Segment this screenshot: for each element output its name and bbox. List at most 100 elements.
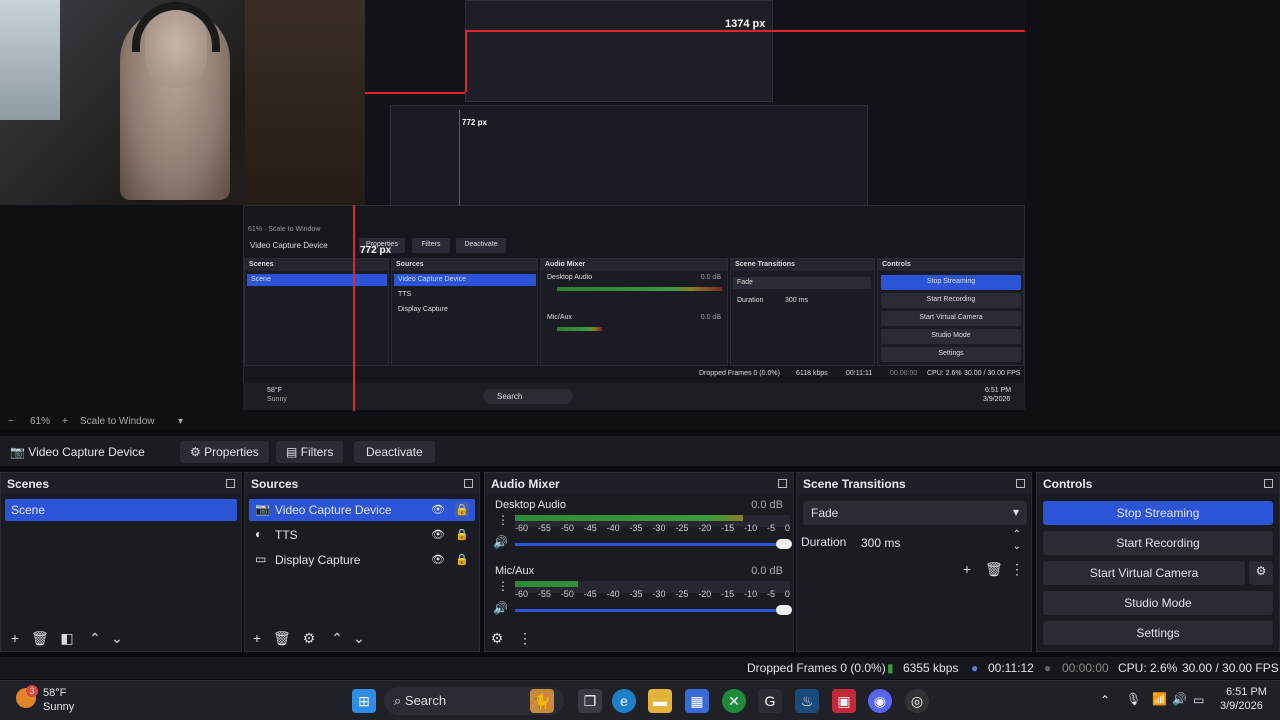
nested-scale: Scale to Window (268, 226, 321, 233)
source-label: TTS (275, 528, 298, 542)
clock-date[interactable]: 3/9/2026 (1220, 700, 1263, 712)
nested-taskbar: 58°F Sunny Search 6:51 PM 3/9/2026 (243, 383, 1025, 410)
trash-icon[interactable]: 🗑 (985, 561, 1003, 577)
chevron-down-icon[interactable]: ⌄ (351, 630, 367, 646)
nested-filters: Filters (412, 238, 450, 253)
volume-slider-handle[interactable] (776, 539, 792, 549)
spin-down-icon[interactable]: ⌄ (1013, 541, 1021, 552)
source-item-tts[interactable]: ◐ TTS 👁 🔒 (249, 524, 475, 546)
scale-mode[interactable]: Scale to Window (80, 416, 154, 427)
filter-icon[interactable]: ◧ (59, 630, 75, 646)
zoom-level[interactable]: 61% (30, 416, 50, 427)
nested-status-bar: Dropped Frames 0 (0.0%) 6118 kbps 00:11:… (244, 370, 1024, 382)
chevron-up-icon[interactable]: ⌃ (329, 630, 345, 646)
mixer-channel-db: 0.0 dB (751, 499, 783, 511)
eye-icon[interactable]: 👁 (431, 553, 445, 567)
nested-transitions-title: Scene Transitions (731, 259, 874, 271)
stop-streaming-button[interactable]: Stop Streaming (1043, 501, 1273, 525)
wifi-icon[interactable]: 📶 (1152, 692, 1167, 706)
weather-desc[interactable]: Sunny (43, 701, 74, 713)
nested-source-2: Display Capture (398, 306, 448, 313)
speaker-icon[interactable]: 🔊 (1172, 692, 1187, 706)
lock-icon[interactable]: 🔒 (455, 553, 469, 567)
virtual-camera-settings-button[interactable]: ⚙ (1249, 561, 1273, 585)
preview-canvas[interactable]: 1374 px 772 px 61% · Scale to Window Vid… (0, 0, 1280, 414)
source-item-video-capture[interactable]: 📷 Video Capture Device 👁 🔒 (249, 499, 475, 521)
nested-mixer-dock: Audio Mixer Desktop Audio 0.0 dB Mic/Aux… (540, 258, 728, 366)
channel-menu-icon[interactable]: ⋮ (497, 579, 509, 593)
start-virtual-camera-button[interactable]: Start Virtual Camera (1043, 561, 1245, 585)
edge-icon[interactable]: e (612, 689, 636, 713)
studio-mode-button[interactable]: Studio Mode (1043, 591, 1273, 615)
scenes-dock: Scenes Scene + 🗑 ◧ ⌃ ⌄ (0, 472, 242, 652)
nested-mixer-title: Audio Mixer (541, 259, 727, 271)
duration-spinbox[interactable]: 300 ms ⌃ ⌄ (853, 529, 1027, 555)
nested-mic-aux: Mic/Aux (547, 314, 572, 321)
deactivate-button[interactable]: Deactivate (354, 441, 435, 463)
undock-icon[interactable] (226, 479, 235, 488)
nested-fps: 30.00 / 30.00 FPS (964, 370, 1021, 377)
nested-cpu: CPU: 2.6% (927, 370, 962, 377)
discord-icon[interactable]: ◉ (868, 689, 892, 713)
scene-item[interactable]: Scene (5, 499, 237, 521)
gear-icon: ⚙ (1255, 564, 1267, 578)
obs-icon[interactable]: ◎ (905, 689, 929, 713)
speaker-icon[interactable]: 🔊 (493, 535, 508, 549)
start-recording-button[interactable]: Start Recording (1043, 531, 1273, 555)
game-app-icon[interactable]: ▣ (832, 689, 856, 713)
lock-icon[interactable]: 🔒 (455, 503, 469, 517)
sources-dock: Sources 📷 Video Capture Device 👁 🔒 ◐ TTS… (244, 472, 480, 652)
chevron-up-icon[interactable]: ⌃ (87, 630, 103, 646)
undock-icon[interactable] (464, 479, 473, 488)
microphone-icon[interactable]: 🎙 (1126, 692, 1141, 706)
file-explorer-icon[interactable]: ▬ (648, 689, 672, 713)
trash-icon[interactable]: 🗑 (273, 630, 291, 646)
add-icon[interactable]: + (959, 561, 975, 577)
xbox-icon[interactable]: ✕ (722, 689, 746, 713)
add-icon[interactable]: + (7, 630, 23, 646)
meter-tick: -60 (515, 523, 529, 533)
add-icon[interactable]: + (249, 630, 265, 646)
eye-icon[interactable]: 👁 (431, 503, 445, 517)
weather-temp[interactable]: 58°F (43, 687, 66, 699)
settings-button[interactable]: Settings (1043, 621, 1273, 645)
clock-time[interactable]: 6:51 PM (1226, 686, 1267, 698)
properties-button[interactable]: ⚙ Properties (180, 441, 269, 463)
undock-icon[interactable] (1264, 479, 1273, 488)
eye-icon[interactable]: 👁 (431, 528, 445, 542)
scale-mode-dropdown-icon[interactable]: ▾ (178, 416, 183, 427)
transitions-title: Scene Transitions (803, 477, 906, 491)
task-view-icon[interactable]: ❐ (578, 689, 602, 713)
windows-start-icon[interactable]: ⊞ (352, 689, 376, 713)
transition-select[interactable]: Fade ▾ (803, 501, 1027, 525)
lock-icon[interactable]: 🔒 (455, 528, 469, 542)
speaker-icon[interactable]: 🔊 (493, 601, 508, 615)
undock-icon[interactable] (1016, 479, 1025, 488)
store-icon[interactable]: ▦ (685, 689, 709, 713)
channel-menu-icon[interactable]: ⋮ (497, 513, 509, 527)
gear-icon[interactable]: ⚙ (489, 630, 505, 646)
source-label: Display Capture (275, 553, 361, 567)
cat-widget-icon[interactable]: 🐈 (530, 689, 554, 713)
more-icon[interactable]: ⋮ (1009, 561, 1025, 577)
spin-up-icon[interactable]: ⌃ (1013, 529, 1021, 540)
more-icon[interactable]: ⋮ (517, 630, 533, 646)
filters-button[interactable]: ▤ Filters (276, 441, 344, 463)
nested-ctrl-3: Studio Mode (881, 329, 1021, 344)
zoom-plus-icon[interactable]: + (62, 416, 68, 427)
chevron-up-icon[interactable]: ⌃ (1100, 693, 1110, 707)
source-item-display-capture[interactable]: ▭ Display Capture 👁 🔒 (249, 549, 475, 571)
volume-slider-handle[interactable] (776, 605, 792, 615)
mixer-header: Audio Mixer (485, 473, 793, 495)
source-toolbar-item: 📷 Video Capture Device (0, 441, 155, 463)
battery-icon[interactable]: ▭ (1193, 693, 1204, 707)
chevron-down-icon[interactable]: ⌄ (109, 630, 125, 646)
app-icon[interactable]: G (758, 689, 782, 713)
volume-slider[interactable] (515, 539, 792, 549)
undock-icon[interactable] (778, 479, 787, 488)
steam-icon[interactable]: ♨ (795, 689, 819, 713)
volume-slider[interactable] (515, 605, 792, 615)
zoom-minus-icon[interactable]: − (8, 416, 14, 427)
gear-icon[interactable]: ⚙ (301, 630, 317, 646)
trash-icon[interactable]: 🗑 (31, 630, 49, 646)
